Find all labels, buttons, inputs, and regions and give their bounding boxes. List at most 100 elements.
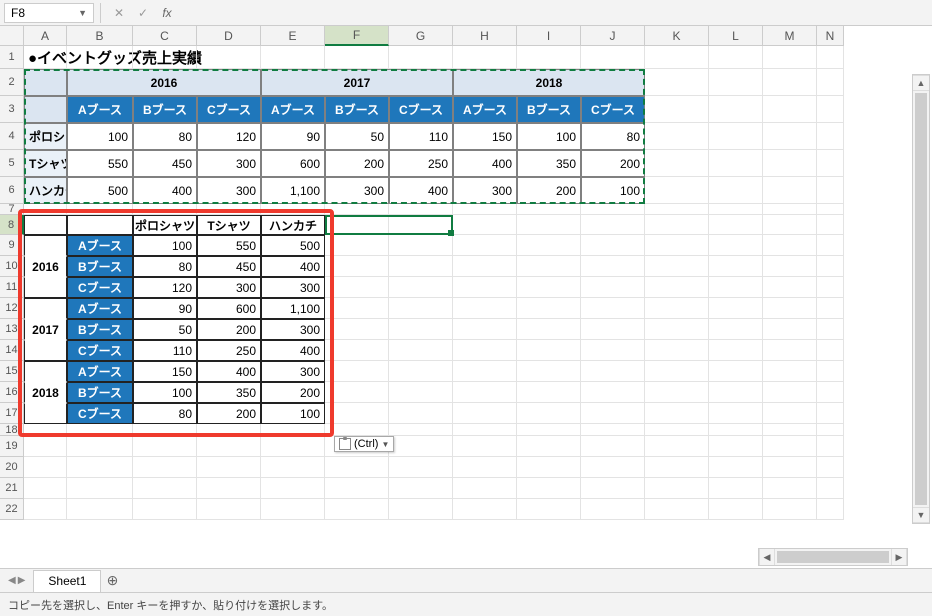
- cell[interactable]: Cブース: [389, 96, 453, 123]
- cell[interactable]: 2017: [24, 319, 67, 340]
- row-header[interactable]: 18: [0, 424, 24, 436]
- row-header[interactable]: 12: [0, 298, 24, 319]
- cell[interactable]: 1,100: [261, 177, 325, 204]
- year-header[interactable]: 2018: [453, 69, 645, 96]
- cell[interactable]: Bブース: [67, 256, 133, 277]
- cell[interactable]: 100: [517, 123, 581, 150]
- cell[interactable]: 80: [133, 123, 197, 150]
- cell[interactable]: 2018: [24, 382, 67, 403]
- cell[interactable]: 300: [453, 177, 517, 204]
- row-header[interactable]: 14: [0, 340, 24, 361]
- row-header[interactable]: 9: [0, 235, 24, 256]
- col-header[interactable]: K: [645, 26, 709, 46]
- cell[interactable]: 450: [197, 256, 261, 277]
- cell[interactable]: 300: [261, 361, 325, 382]
- scroll-thumb[interactable]: [777, 551, 889, 563]
- cell[interactable]: Cブース: [67, 403, 133, 424]
- row-header[interactable]: 17: [0, 403, 24, 424]
- cell[interactable]: Aブース: [67, 96, 133, 123]
- cell[interactable]: [24, 235, 67, 256]
- sheet-tab[interactable]: Sheet1: [33, 570, 101, 592]
- scroll-left-icon[interactable]: ◀: [759, 549, 775, 565]
- cell[interactable]: 400: [133, 177, 197, 204]
- cell[interactable]: 90: [261, 123, 325, 150]
- cell[interactable]: 50: [133, 319, 197, 340]
- scroll-down-icon[interactable]: ▼: [913, 507, 929, 523]
- row-header[interactable]: 3: [0, 96, 24, 123]
- cell[interactable]: 80: [133, 256, 197, 277]
- row-header[interactable]: 2: [0, 69, 24, 96]
- row-header[interactable]: 8: [0, 215, 24, 235]
- fx-icon[interactable]: fx: [155, 3, 179, 23]
- cell[interactable]: Bブース: [133, 96, 197, 123]
- row-header[interactable]: 15: [0, 361, 24, 382]
- col-header[interactable]: N: [817, 26, 844, 46]
- cell[interactable]: Bブース: [517, 96, 581, 123]
- cell[interactable]: Aブース: [67, 361, 133, 382]
- cell[interactable]: 150: [453, 123, 517, 150]
- tab-nav[interactable]: ◀▶: [0, 575, 33, 586]
- col-header[interactable]: A: [24, 26, 67, 46]
- cell[interactable]: 300: [197, 277, 261, 298]
- cell[interactable]: 450: [133, 150, 197, 177]
- cell[interactable]: Cブース: [67, 340, 133, 361]
- col-header[interactable]: M: [763, 26, 817, 46]
- cell[interactable]: [24, 403, 67, 424]
- cell[interactable]: 200: [197, 319, 261, 340]
- cell[interactable]: 400: [197, 361, 261, 382]
- col-header[interactable]: H: [453, 26, 517, 46]
- row-header[interactable]: 7: [0, 204, 24, 215]
- cell[interactable]: 100: [67, 123, 133, 150]
- col-header[interactable]: B: [67, 26, 133, 46]
- cell[interactable]: [24, 340, 67, 361]
- col-header[interactable]: E: [261, 26, 325, 46]
- chevron-down-icon[interactable]: ▼: [78, 8, 87, 18]
- cell[interactable]: 350: [517, 150, 581, 177]
- cell[interactable]: 400: [261, 256, 325, 277]
- col-header[interactable]: C: [133, 26, 197, 46]
- year-header[interactable]: 2016: [67, 69, 261, 96]
- cell[interactable]: [24, 96, 67, 123]
- vertical-scrollbar[interactable]: ▲ ▼: [912, 74, 930, 524]
- cell[interactable]: 200: [197, 403, 261, 424]
- cell[interactable]: [24, 215, 67, 235]
- cell[interactable]: 110: [133, 340, 197, 361]
- cell[interactable]: 550: [197, 235, 261, 256]
- cell[interactable]: 300: [261, 277, 325, 298]
- row-header[interactable]: 20: [0, 457, 24, 478]
- cell[interactable]: 200: [261, 382, 325, 403]
- cell[interactable]: [67, 215, 133, 235]
- row-header[interactable]: 6: [0, 177, 24, 204]
- cell[interactable]: 150: [133, 361, 197, 382]
- year-header[interactable]: 2017: [261, 69, 453, 96]
- cell[interactable]: 100: [261, 403, 325, 424]
- select-all[interactable]: [0, 26, 24, 46]
- cell[interactable]: 500: [67, 177, 133, 204]
- cell[interactable]: 300: [197, 177, 261, 204]
- cell[interactable]: 600: [261, 150, 325, 177]
- col-header[interactable]: F: [325, 26, 389, 46]
- cell[interactable]: ポロシャツ: [133, 215, 197, 235]
- cell[interactable]: ポロシャツ: [24, 123, 67, 150]
- cell[interactable]: 400: [261, 340, 325, 361]
- scroll-right-icon[interactable]: ▶: [891, 549, 907, 565]
- cell[interactable]: 2016: [24, 256, 67, 277]
- cell[interactable]: 200: [581, 150, 645, 177]
- cell[interactable]: [24, 69, 67, 96]
- cell[interactable]: 400: [453, 150, 517, 177]
- cell[interactable]: 1,100: [261, 298, 325, 319]
- cell[interactable]: ハンカチ: [24, 177, 67, 204]
- cell[interactable]: Bブース: [325, 96, 389, 123]
- scroll-thumb[interactable]: [915, 93, 927, 505]
- cell[interactable]: Tシャツ: [24, 150, 67, 177]
- cell[interactable]: 120: [133, 277, 197, 298]
- row-header[interactable]: 4: [0, 123, 24, 150]
- row-header[interactable]: 22: [0, 499, 24, 520]
- col-header[interactable]: D: [197, 26, 261, 46]
- cell[interactable]: Tシャツ: [197, 215, 261, 235]
- cell[interactable]: 80: [581, 123, 645, 150]
- cell[interactable]: Cブース: [67, 277, 133, 298]
- cell[interactable]: 100: [133, 235, 197, 256]
- title-cell[interactable]: ●イベントグッズ売上実績: [24, 46, 67, 69]
- active-cell[interactable]: [325, 215, 389, 235]
